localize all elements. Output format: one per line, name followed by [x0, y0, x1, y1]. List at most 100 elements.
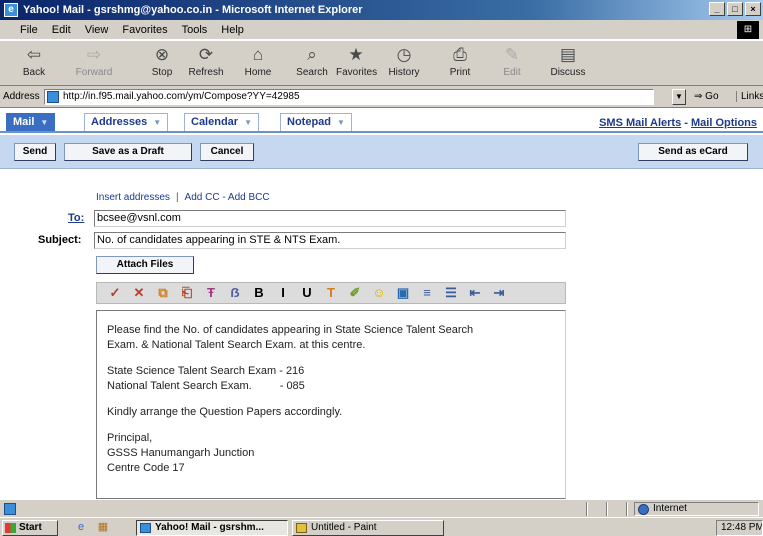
tab-addresses[interactable]: Addresses ▼	[84, 113, 169, 131]
windows-logo-icon: ⊞	[737, 21, 759, 39]
browser-toolbar: ⇦ Back ⇨ Forward ⊗ Stop ⟳ Refresh ⌂ Home…	[0, 40, 763, 86]
quick-launch-ie-icon[interactable]: e	[72, 520, 90, 535]
page-icon	[47, 91, 59, 103]
stop-button[interactable]: ⊗ Stop	[142, 45, 182, 78]
message-line: Kindly arrange the Question Papers accor…	[107, 406, 343, 418]
insert-addresses-link[interactable]: Insert addresses	[96, 192, 170, 203]
task-yahoo-mail[interactable]: Yahoo! Mail - gsrshm...	[136, 520, 288, 536]
window-title: Yahoo! Mail - gsrshmg@yahoo.co.in - Micr…	[23, 4, 363, 16]
home-icon: ⌂	[252, 45, 264, 64]
refresh-icon: ⟳	[198, 45, 214, 64]
menu-view[interactable]: View	[85, 24, 109, 36]
status-divider	[606, 502, 608, 516]
highlight-icon[interactable]: ✐	[343, 284, 367, 302]
home-label: Home	[244, 67, 272, 78]
italic-icon[interactable]: I	[271, 284, 295, 302]
security-zone: Internet	[634, 502, 759, 516]
underline-icon[interactable]: U	[295, 284, 319, 302]
to-field[interactable]: bcsee@vsnl.com	[94, 210, 566, 227]
spellcheck-icon[interactable]: ✓	[103, 284, 127, 302]
signature-line: GSSS Hanumangarh Junction	[107, 447, 255, 459]
indent-icon[interactable]: ⇥	[487, 284, 511, 302]
favorites-button[interactable]: ★ Favorites	[336, 45, 377, 78]
quick-launch-desktop-icon[interactable]: ▦	[94, 520, 112, 535]
refresh-button[interactable]: ⟳ Refresh	[186, 45, 226, 78]
font-icon[interactable]: Ŧ	[199, 284, 223, 302]
numbered-list-icon[interactable]: ☰	[439, 284, 463, 302]
message-body[interactable]: Please find the No. of candidates appear…	[96, 310, 566, 499]
start-label: Start	[19, 522, 42, 533]
subject-label: Subject:	[38, 234, 82, 246]
edit-button[interactable]: ✎ Edit	[492, 45, 532, 78]
chevron-down-icon: ▼	[244, 118, 252, 127]
tab-notepad[interactable]: Notepad ▼	[280, 113, 352, 131]
close-button[interactable]: ×	[745, 2, 761, 16]
search-button[interactable]: ⌕ Search	[292, 45, 332, 78]
sms-mail-alerts-link[interactable]: SMS Mail Alerts	[599, 117, 681, 129]
task-label: Untitled - Paint	[311, 522, 377, 533]
subject-field[interactable]: No. of candidates appearing in STE & NTS…	[94, 232, 566, 249]
send-ecard-button[interactable]: Send as eCard	[638, 143, 748, 161]
windows-flag-icon	[5, 523, 16, 533]
copy-icon[interactable]: ⧉	[151, 284, 175, 302]
message-line: State Science Talent Search Exam - 216	[107, 365, 305, 377]
menu-help[interactable]: Help	[221, 24, 244, 36]
forward-button[interactable]: ⇨ Forward	[74, 45, 114, 78]
internet-explorer-icon: e	[4, 3, 18, 17]
minimize-button[interactable]: _	[709, 2, 725, 16]
signature-line: Centre Code 17	[107, 462, 185, 474]
history-button[interactable]: ◷ History	[384, 45, 424, 78]
tab-calendar-label: Calendar	[191, 116, 239, 128]
tab-addresses-label: Addresses	[91, 116, 148, 128]
home-button[interactable]: ⌂ Home	[238, 45, 278, 78]
paste-icon[interactable]: ⎗	[175, 284, 199, 302]
attach-files-button[interactable]: Attach Files	[96, 256, 194, 274]
image-icon[interactable]: ▣	[391, 284, 415, 302]
search-icon: ⌕	[307, 45, 317, 64]
tab-mail[interactable]: Mail ▼	[6, 113, 56, 131]
start-button[interactable]: Start	[2, 520, 58, 536]
cut-icon[interactable]: ✕	[127, 284, 151, 302]
text-color-icon[interactable]: T	[319, 284, 343, 302]
bold-icon[interactable]: B	[247, 284, 271, 302]
outdent-icon[interactable]: ⇤	[463, 284, 487, 302]
formatting-toolbar: ✓ ✕ ⧉ ⎗ Ŧ ẞ B I U T ✐ ☺ ▣ ≡ ☰ ⇤ ⇥	[96, 282, 566, 304]
forward-arrow-icon: ⇨	[86, 45, 102, 64]
menu-file[interactable]: File	[20, 24, 38, 36]
menu-tools[interactable]: Tools	[182, 24, 208, 36]
send-button[interactable]: Send	[14, 143, 56, 161]
mail-options-link[interactable]: Mail Options	[691, 117, 757, 129]
page-status-icon	[4, 503, 16, 515]
history-label: History	[388, 67, 420, 78]
menu-edit[interactable]: Edit	[52, 24, 71, 36]
search-label: Search	[296, 67, 328, 78]
back-button[interactable]: ⇦ Back	[14, 45, 54, 78]
edit-icon: ✎	[504, 45, 520, 64]
discuss-button[interactable]: ▤ Discuss	[548, 45, 588, 78]
go-button[interactable]: ⇒ Go	[694, 91, 719, 102]
edit-label: Edit	[503, 67, 521, 78]
chevron-down-icon[interactable]: ▼	[672, 89, 686, 105]
tab-notepad-label: Notepad	[287, 116, 331, 128]
menu-bar: File Edit View Favorites Tools Help ⊞	[0, 20, 763, 40]
menu-favorites[interactable]: Favorites	[122, 24, 167, 36]
add-cc-bcc-link[interactable]: Add CC - Add BCC	[185, 192, 270, 203]
to-label[interactable]: To:	[68, 212, 84, 224]
font-size-icon[interactable]: ẞ	[223, 284, 247, 302]
task-paint[interactable]: Untitled - Paint	[292, 520, 444, 536]
forward-label: Forward	[75, 67, 113, 78]
links-button[interactable]: Links	[736, 91, 763, 102]
status-divider	[626, 502, 628, 516]
page-content: Mail ▼ Addresses ▼ Calendar ▼ Notepad ▼ SMS …	[0, 108, 763, 499]
cancel-button[interactable]: Cancel	[200, 143, 254, 161]
url-input[interactable]: http://in.f95.mail.yahoo.com/ym/Compose?…	[44, 89, 654, 105]
stop-icon: ⊗	[154, 45, 170, 64]
save-draft-button[interactable]: Save as a Draft	[64, 143, 192, 161]
align-icon[interactable]: ≡	[415, 284, 439, 302]
system-tray: 12:48 PM	[716, 520, 763, 536]
maximize-button[interactable]: □	[727, 2, 743, 16]
chevron-down-icon: ▼	[40, 118, 49, 127]
tab-calendar[interactable]: Calendar ▼	[184, 113, 259, 131]
smiley-icon[interactable]: ☺	[367, 284, 391, 302]
print-button[interactable]: ⎙ Print	[440, 45, 480, 78]
